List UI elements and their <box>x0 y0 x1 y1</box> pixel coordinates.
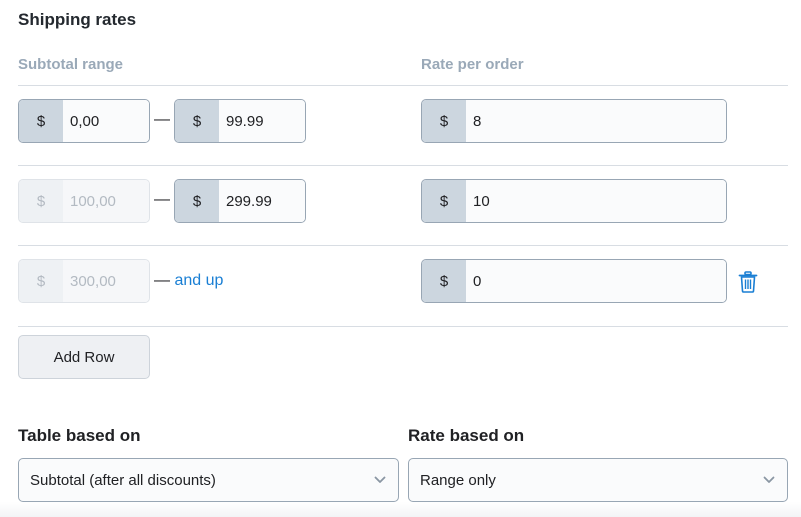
and-up-link[interactable]: and up <box>174 272 223 289</box>
currency-prefix: $ <box>19 260 63 302</box>
divider <box>18 165 788 166</box>
range-separator: — <box>154 111 170 128</box>
trash-icon[interactable] <box>738 271 758 293</box>
rate-value[interactable]: 8 <box>466 100 726 142</box>
currency-prefix: $ <box>19 100 63 142</box>
rate-based-on-label: Rate based on <box>408 426 525 445</box>
divider <box>18 85 788 86</box>
range-separator: — <box>154 272 170 289</box>
subtotal-from-value[interactable]: 0,00 <box>63 100 149 142</box>
currency-prefix: $ <box>422 260 466 302</box>
rate-value[interactable]: 0 <box>466 260 726 302</box>
range-end-label: — and up <box>154 272 223 290</box>
subtotal-to-value[interactable]: 99.99 <box>219 100 305 142</box>
rate-based-on-select[interactable]: Range only <box>408 458 788 502</box>
divider <box>18 245 788 246</box>
chevron-down-icon <box>763 476 775 483</box>
subtotal-from-input: $ 100,00 <box>18 179 150 223</box>
divider <box>18 326 788 327</box>
subtotal-from-value: 100,00 <box>63 180 149 222</box>
subtotal-to-input[interactable]: $ 99.99 <box>174 99 306 143</box>
range-separator: — <box>154 191 170 208</box>
subtotal-from-input: $ 300,00 <box>18 259 150 303</box>
table-based-on-select[interactable]: Subtotal (after all discounts) <box>18 458 399 502</box>
chevron-down-icon <box>374 476 386 483</box>
add-row-button[interactable]: Add Row <box>18 335 150 379</box>
subtotal-from-value: 300,00 <box>63 260 149 302</box>
column-header-rate-per-order: Rate per order <box>421 56 524 73</box>
subtotal-to-input[interactable]: $ 299.99 <box>174 179 306 223</box>
currency-prefix: $ <box>175 100 219 142</box>
rate-input[interactable]: $ 0 <box>421 259 727 303</box>
currency-prefix: $ <box>422 100 466 142</box>
subtotal-from-input[interactable]: $ 0,00 <box>18 99 150 143</box>
rate-based-on-value: Range only <box>420 471 496 489</box>
rate-input[interactable]: $ 10 <box>421 179 727 223</box>
rate-input[interactable]: $ 8 <box>421 99 727 143</box>
section-title: Shipping rates <box>18 10 137 29</box>
currency-prefix: $ <box>422 180 466 222</box>
table-based-on-value: Subtotal (after all discounts) <box>30 471 216 489</box>
rate-value[interactable]: 10 <box>466 180 726 222</box>
column-header-subtotal-range: Subtotal range <box>18 56 124 73</box>
currency-prefix: $ <box>19 180 63 222</box>
subtotal-to-value[interactable]: 299.99 <box>219 180 305 222</box>
table-based-on-label: Table based on <box>18 426 141 445</box>
bottom-shade <box>0 502 801 517</box>
currency-prefix: $ <box>175 180 219 222</box>
